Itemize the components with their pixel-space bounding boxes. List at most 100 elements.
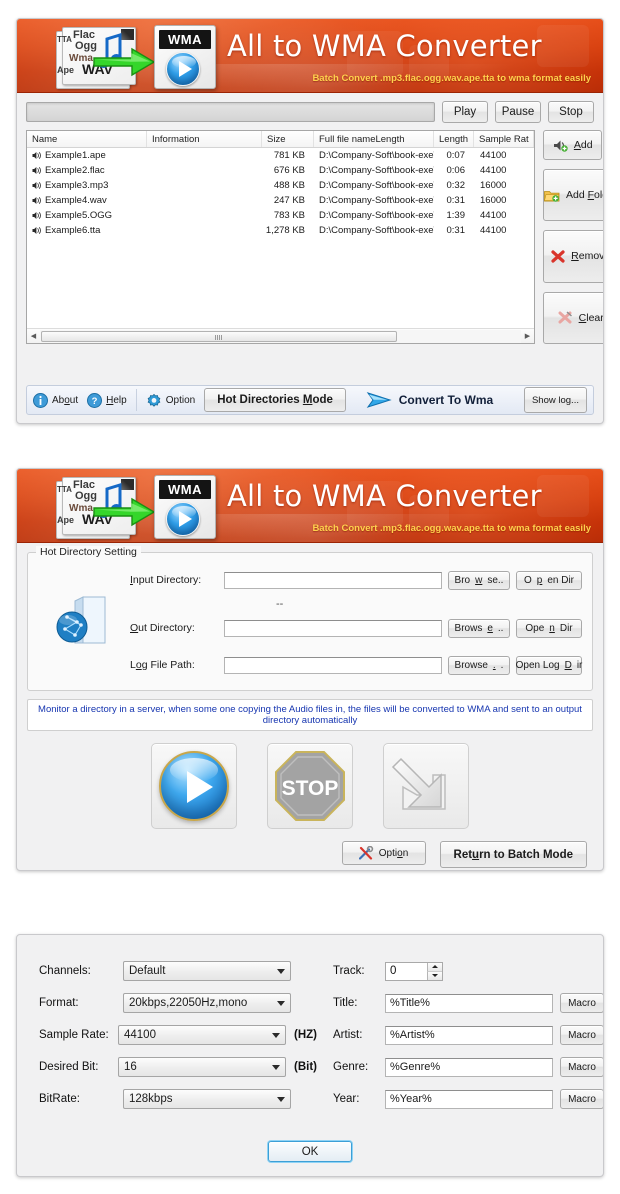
macro-button[interactable]: Macro (560, 1089, 603, 1109)
hotdir-option-label: Option (378, 847, 409, 859)
input-open-dir-button[interactable]: Op en Dir (516, 570, 582, 590)
setting-combo-wrap[interactable]: 44100 (118, 1025, 286, 1045)
column-header-full-file-name[interactable]: Full file nameLength (314, 131, 434, 147)
column-header-length[interactable]: Length (434, 131, 474, 147)
open-output-button[interactable] (383, 743, 469, 829)
table-row[interactable]: Example1.ape 781 KB D:\Company-Soft\book-e… (27, 148, 534, 163)
remove-button[interactable]: Remove (543, 230, 603, 283)
convert-to-wma-label: Convert To Wma (398, 393, 494, 407)
hotdir-option-button[interactable]: Option (341, 841, 426, 865)
setting-select[interactable]: Default (123, 961, 291, 981)
hscroll-track[interactable] (40, 329, 521, 343)
setting-select[interactable]: 128kbps (123, 1089, 291, 1109)
player-toolbar: Play Pause Stop (26, 101, 594, 123)
app-banner: TTA Flac Ogg Wma Ape WAV WMA All to WMA … (17, 19, 603, 93)
start-monitor-button[interactable] (151, 743, 237, 829)
table-row[interactable]: Example5.OGG 783 KB D:\Company-Soft\book-e… (27, 208, 534, 223)
macro-button[interactable]: Macro (560, 993, 603, 1013)
macro-button[interactable]: Macro (560, 1057, 603, 1077)
track-stepper[interactable] (385, 961, 443, 981)
add-folder-button[interactable]: Add Folder (543, 169, 603, 222)
cell-name: Example6.tta (27, 225, 147, 236)
setting-combo-wrap[interactable]: 128kbps (123, 1089, 291, 1109)
metadata-input[interactable] (385, 993, 553, 1013)
column-header-size[interactable]: Size (262, 131, 314, 147)
network-folder-icon (56, 595, 106, 643)
column-header-name[interactable]: Name (27, 131, 147, 147)
metadata-input[interactable] (385, 1057, 553, 1077)
metadata-input[interactable] (385, 1089, 553, 1109)
log-browse-button[interactable]: Browse.. (448, 655, 510, 675)
setting-combo-wrap[interactable]: 20kbps,22050Hz,mono (123, 993, 291, 1013)
globe-folder-illustration (38, 567, 130, 678)
track-row: Track: (333, 955, 603, 987)
speaker-icon (32, 152, 41, 159)
table-row[interactable]: Example4.wav 247 KB D:\Company-Soft\book-e… (27, 193, 534, 208)
svg-text:?: ? (92, 396, 98, 407)
setting-select[interactable]: 20kbps,22050Hz,mono (123, 993, 291, 1013)
metadata-label: Year: (333, 1093, 360, 1105)
show-log-button[interactable]: Show log... (523, 387, 587, 413)
scroll-right-icon[interactable]: ▶ (521, 332, 534, 340)
settings-body: Channels: Default Format: 20kbps,22050Hz,mo… (17, 935, 603, 1176)
play-badge-icon (166, 52, 200, 86)
log-open-dir-button[interactable]: Open Log Dir (516, 655, 582, 675)
scroll-left-icon[interactable]: ◀ (27, 332, 40, 340)
out-browse-button[interactable]: Brows e.. (448, 618, 510, 638)
ok-button[interactable]: OK (268, 1141, 352, 1162)
macro-button[interactable]: Macro (560, 1025, 603, 1045)
footer-divider-1 (135, 389, 137, 411)
speaker-add-icon (553, 140, 568, 152)
track-decrement-icon[interactable] (427, 971, 442, 980)
cell-size: 676 KB (273, 165, 305, 176)
add-button[interactable]: Add (543, 130, 603, 160)
file-list[interactable]: Name Information Size Full file nameLeng… (26, 130, 535, 344)
app-banner-2: TTA Flac Ogg Wma Ape WAV WMA All to WMA … (17, 469, 603, 543)
table-row[interactable]: Example3.mp3 488 KB D:\Company-Soft\book-e… (27, 178, 534, 193)
hot-directories-mode-button[interactable]: Hot Directories Mode (204, 388, 346, 412)
track-input[interactable] (386, 964, 427, 978)
conversion-arrow-icon (93, 47, 156, 77)
hot-directory-footer: Option Return to Batch Mode (27, 841, 593, 868)
cell-full-path: D:\Company-Soft\book-exe\Box... (319, 210, 434, 221)
file-list-container: Name Information Size Full file nameLeng… (26, 123, 535, 344)
file-list-hscrollbar[interactable]: ◀ ▶ (27, 328, 534, 343)
setting-combo-wrap[interactable]: Default (123, 961, 291, 981)
metadata-input[interactable] (385, 1025, 553, 1045)
log-file-path-field[interactable] (224, 656, 442, 674)
app-subtitle: Batch Convert .mp3.flac.ogg.wav.ape.tta … (312, 73, 591, 84)
output-arrow-icon (391, 757, 446, 810)
about-button[interactable]: About (33, 392, 78, 408)
table-row[interactable]: Example2.flac 676 KB D:\Company-Soft\book-… (27, 163, 534, 178)
stop-monitor-button[interactable]: STOP (267, 743, 353, 829)
convert-to-wma-button[interactable]: Convert To Wma (366, 391, 493, 409)
file-name-text: Example4.wav (45, 195, 107, 206)
return-to-batch-mode-button[interactable]: Return to Batch Mode (439, 841, 587, 868)
clear-button[interactable]: Clear (543, 291, 603, 344)
setting-select[interactable]: 44100 (118, 1025, 286, 1045)
metadata-row: Genre: Macro (333, 1051, 603, 1083)
input-directory-field[interactable] (224, 571, 442, 589)
out-open-dir-button[interactable]: Ope n Dir (516, 618, 582, 638)
help-button[interactable]: ? Help (87, 392, 127, 408)
stop-button[interactable]: Stop (548, 101, 594, 123)
track-spin-buttons[interactable] (427, 962, 442, 980)
stop-sign-icon: STOP (275, 751, 345, 821)
setting-select[interactable]: 16 (118, 1057, 286, 1077)
track-increment-icon[interactable] (427, 962, 442, 972)
table-row[interactable]: Example6.tta 1,278 KB D:\Company-Soft\book… (27, 223, 534, 238)
pause-button[interactable]: Pause (495, 101, 541, 123)
input-browse-button[interactable]: Bro w se.. (448, 570, 510, 590)
setting-combo-wrap[interactable]: 16 (118, 1057, 286, 1077)
wma-card-label-2: WMA (159, 480, 211, 499)
column-header-sample-rate[interactable]: Sample Rat (474, 131, 534, 147)
play-button[interactable]: Play (442, 101, 488, 123)
add-button-group: Add ▼ (543, 130, 603, 160)
playback-progress-bar[interactable] (26, 102, 435, 122)
out-directory-field[interactable] (224, 619, 442, 637)
hscroll-thumb[interactable] (41, 330, 397, 342)
option-button[interactable]: Option (146, 393, 195, 408)
column-header-information[interactable]: Information (147, 131, 262, 147)
wma-target-card: WMA (154, 25, 216, 89)
help-label: Help (106, 394, 127, 406)
